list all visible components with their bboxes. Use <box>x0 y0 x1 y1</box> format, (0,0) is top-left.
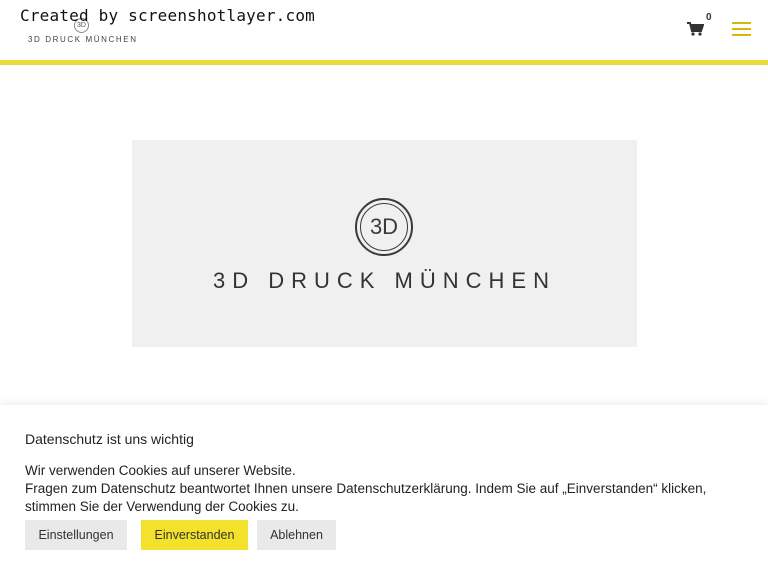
hero-logo-banner: 3D 3D DRUCK MÜNCHEN <box>132 140 637 347</box>
header-accent-bar <box>0 60 768 65</box>
hero-brand-text: 3D DRUCK MÜNCHEN <box>212 268 556 293</box>
cookie-text-line-2: Fragen zum Datenschutz beantwortet Ihnen… <box>25 481 707 514</box>
cookie-text-line-1: Wir verwenden Cookies auf unserer Websit… <box>25 463 296 478</box>
hamburger-menu-icon[interactable] <box>732 22 752 38</box>
cookie-reject-button[interactable]: Ablehnen <box>257 520 336 550</box>
cookie-settings-button[interactable]: Einstellungen <box>25 520 127 550</box>
cookie-banner: Datenschutz ist uns wichtig Wir verwende… <box>0 405 768 576</box>
cart-count-badge: 0 <box>706 12 712 23</box>
cookie-accept-button[interactable]: Einverstanden <box>141 520 248 550</box>
cookie-banner-title: Datenschutz ist uns wichtig <box>25 431 194 447</box>
hero-logo-mark-text: 3D <box>360 203 408 251</box>
watermark-text: Created by screenshotlayer.com <box>20 6 315 25</box>
cookie-banner-text: Wir verwenden Cookies auf unserer Websit… <box>25 462 745 516</box>
logo-text: 3D DRUCK MÜNCHEN <box>28 35 138 44</box>
shopping-cart-icon[interactable] <box>686 21 706 39</box>
hero-logo-mark: 3D <box>355 198 413 256</box>
